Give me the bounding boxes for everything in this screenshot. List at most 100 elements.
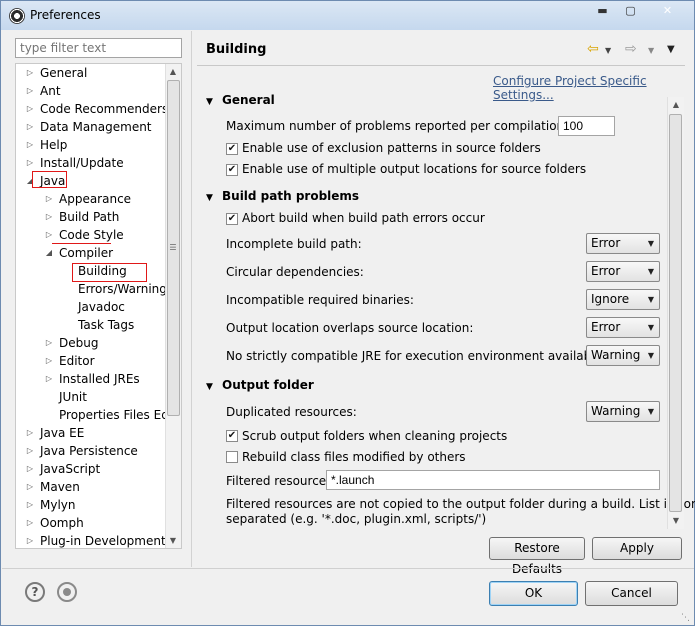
tree-item-build-path[interactable]: ▷ Build Path [16,208,181,226]
dropdown-arrow-icon: ▼ [647,239,654,248]
circular-dependencies-select[interactable]: Error ▼ [586,261,660,282]
minimize-button[interactable]: ▬ [590,2,615,20]
tree-item-java-ee[interactable]: ▷ Java EE [16,424,181,442]
tree-item-label: Maven [40,480,80,494]
forward-menu-chevron-icon[interactable]: ▼ [648,46,654,55]
maximize-button[interactable]: ▢ [618,2,643,20]
expand-twisty-icon[interactable]: ▷ [26,424,34,442]
tree-item-maven[interactable]: ▷ Maven [16,478,181,496]
tree-item-errors-warnings[interactable]: Errors/Warnings [16,280,181,298]
expand-twisty-icon[interactable]: ▷ [26,496,34,514]
filtered-resources-input[interactable] [326,470,660,490]
scroll-up-arrow[interactable]: ▲ [167,67,179,76]
tree-item-general[interactable]: ▷ General [16,64,181,82]
incompatible-binaries-select[interactable]: Ignore ▼ [586,289,660,310]
scroll-down-arrow[interactable]: ▼ [167,536,179,545]
expand-twisty-icon[interactable]: ▷ [26,154,34,172]
select-value: Warning [591,348,641,362]
tree-item-mylyn[interactable]: ▷ Mylyn [16,496,181,514]
annotation-building-box [72,263,147,282]
duplicated-resources-select[interactable]: Warning ▼ [586,401,660,422]
tree-item-task-tags[interactable]: Task Tags [16,316,181,334]
oomph-record-icon[interactable] [57,582,77,602]
expand-twisty-icon[interactable]: ▷ [26,442,34,460]
restore-defaults-button[interactable]: Restore Defaults [489,537,585,576]
page-scroll-thumb[interactable] [669,114,682,512]
section-collapse-icon: ▼ [206,382,213,392]
tree-item-java-persistence[interactable]: ▷ Java Persistence [16,442,181,460]
tree-item-data-management[interactable]: ▷ Data Management [16,118,181,136]
tree-item-editor[interactable]: ▷ Editor [16,352,181,370]
exclusion-checkbox[interactable]: ✔ [226,143,238,155]
tree-item-help[interactable]: ▷ Help [16,136,181,154]
output-folder-section-header[interactable]: ▼ Output folder [206,378,314,392]
tree-item-debug[interactable]: ▷ Debug [16,334,181,352]
tree-item-oomph[interactable]: ▷ Oomph [16,514,181,532]
tree-item-junit[interactable]: JUnit [16,388,181,406]
select-value: Ignore [591,292,630,306]
expand-twisty-icon[interactable]: ▷ [45,208,53,226]
abort-build-checkbox[interactable]: ✔ [226,213,238,225]
resize-grip-icon[interactable]: ⋱ [681,613,690,623]
apply-button[interactable]: Apply [592,537,682,560]
expand-twisty-icon[interactable]: ▷ [26,82,34,100]
tree-item-javadoc[interactable]: Javadoc [16,298,181,316]
filter-input[interactable] [15,38,182,58]
multiple-output-checkbox[interactable]: ✔ [226,164,238,176]
expand-twisty-icon[interactable]: ▷ [45,370,53,388]
output-overlap-select[interactable]: Error ▼ [586,317,660,338]
expand-twisty-icon[interactable]: ▷ [26,100,34,118]
back-menu-chevron-icon[interactable]: ▼ [605,46,611,55]
tree-item-properties-files-edito[interactable]: Properties Files Edito [16,406,181,424]
tree-item-ant[interactable]: ▷ Ant [16,82,181,100]
expand-twisty-icon[interactable]: ▷ [45,334,53,352]
record-dot [63,588,71,596]
no-compatible-jre-select[interactable]: Warning ▼ [586,345,660,366]
filtered-note-line1: Filtered resources are not copied to the… [226,497,695,511]
expand-twisty-icon[interactable]: ▷ [45,226,53,244]
forward-arrow-icon[interactable]: ⇨ [625,41,637,57]
tree-item-label: Install/Update [40,156,124,170]
expand-twisty-icon[interactable]: ▷ [26,478,34,496]
tree-item-appearance[interactable]: ▷ Appearance [16,190,181,208]
tree-item-javascript[interactable]: ▷ JavaScript [16,460,181,478]
help-icon[interactable]: ? [25,582,45,602]
duplicated-resources-label: Duplicated resources: [226,405,357,419]
scroll-down-arrow[interactable]: ▼ [670,516,682,525]
title-bar[interactable]: Preferences ▬ ▢ ✕ [1,1,694,30]
tree-item-install-update[interactable]: ▷ Install/Update [16,154,181,172]
cancel-button[interactable]: Cancel [585,581,678,606]
tree-item-label: Build Path [59,210,120,224]
expand-twisty-icon[interactable]: ▷ [26,64,34,82]
expand-twisty-icon[interactable]: ▷ [45,190,53,208]
expand-twisty-icon[interactable]: ▷ [45,352,53,370]
expand-twisty-icon[interactable]: ▷ [26,118,34,136]
max-problems-input[interactable] [558,116,615,136]
scroll-up-arrow[interactable]: ▲ [670,100,682,109]
close-button[interactable]: ✕ [646,2,689,20]
expand-twisty-icon[interactable]: ▷ [26,532,34,548]
back-arrow-icon[interactable]: ⇦ [587,41,599,57]
window-title: Preferences [30,8,101,22]
tree-item-label: Java EE [40,426,85,440]
expand-twisty-icon[interactable]: ▷ [26,514,34,532]
tree-item-code-style[interactable]: ▷ Code Style [16,226,181,244]
incomplete-build-path-select[interactable]: Error ▼ [586,233,660,254]
expand-twisty-icon[interactable]: ▷ [26,460,34,478]
general-section-header[interactable]: ▼ General [206,93,275,107]
tree-item-code-recommenders[interactable]: ▷ Code Recommenders [16,100,181,118]
rebuild-class-files-checkbox[interactable] [226,451,238,463]
tree-item-plug-in-development[interactable]: ▷ Plug-in Development [16,532,181,548]
section-collapse-icon: ▼ [206,97,213,107]
ok-button[interactable]: OK [489,581,578,606]
tree-item-label: Code Recommenders [40,102,169,116]
view-menu-icon[interactable]: ▼ [667,44,675,55]
output-folder-heading: Output folder [222,378,314,392]
build-path-section-header[interactable]: ▼ Build path problems [206,189,359,203]
expand-twisty-icon[interactable]: ▷ [26,136,34,154]
configure-project-link[interactable]: Configure Project Specific Settings... [493,74,694,102]
scrub-output-checkbox[interactable]: ✔ [226,430,238,442]
tree-item-label: Javadoc [78,300,125,314]
tree-item-installed-jres[interactable]: ▷ Installed JREs [16,370,181,388]
tree-item-label: Ant [40,84,61,98]
